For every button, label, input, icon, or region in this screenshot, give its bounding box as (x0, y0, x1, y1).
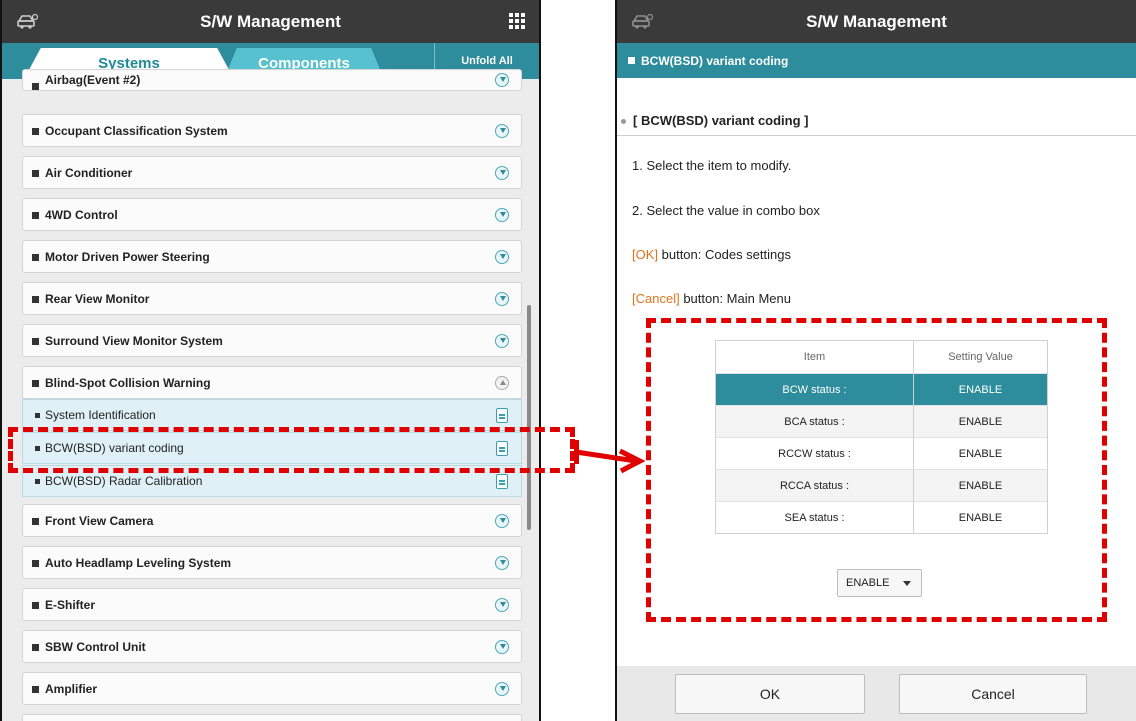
download-icon[interactable] (495, 292, 509, 306)
download-icon[interactable] (495, 208, 509, 222)
car-icon[interactable] (631, 12, 653, 30)
list-item[interactable]: SBW Control Unit (22, 630, 522, 663)
list-item[interactable]: Auto Headlamp Leveling System (22, 546, 522, 579)
highlight-box-setting-area (646, 318, 1107, 622)
top-bar: S/W Management (617, 0, 1136, 43)
scrollbar[interactable] (527, 305, 531, 530)
cancel-button[interactable]: Cancel (899, 674, 1087, 714)
download-icon[interactable] (495, 682, 509, 696)
list-item[interactable]: Airbag(Event #2) (22, 69, 522, 91)
car-icon[interactable] (16, 12, 38, 30)
list-item[interactable]: Amplifier (22, 672, 522, 705)
arrow-right-icon (575, 448, 646, 474)
list-item[interactable]: Air Conditioner (22, 156, 522, 189)
document-icon[interactable] (496, 408, 508, 423)
function-title-bar: BCW(BSD) variant coding (617, 43, 1136, 78)
download-icon[interactable] (495, 166, 509, 180)
menu-grid-icon[interactable] (509, 13, 525, 29)
instruction-cancel: [Cancel] button: Main Menu (632, 291, 791, 306)
instruction-step-1: 1. Select the item to modify. (632, 158, 792, 173)
download-icon[interactable] (495, 514, 509, 528)
list-item[interactable]: Rear View Monitor (22, 282, 522, 315)
list-item-partial (22, 714, 522, 721)
list-item[interactable]: E-Shifter (22, 588, 522, 621)
ok-button[interactable]: OK (675, 674, 865, 714)
cancel-highlight: [Cancel] (632, 291, 680, 306)
instruction-step-2: 2. Select the value in combo box (632, 203, 820, 218)
page-title: S/W Management (200, 11, 341, 31)
section-heading: [ BCW(BSD) variant coding ] (617, 106, 1136, 136)
highlight-box-selected-item (8, 427, 575, 473)
list-item[interactable]: Surround View Monitor System (22, 324, 522, 357)
instruction-ok: [OK] button: Codes settings (632, 247, 791, 262)
page-title: S/W Management (806, 11, 947, 31)
document-icon[interactable] (496, 474, 508, 489)
list-item[interactable]: Occupant Classification System (22, 114, 522, 147)
download-icon[interactable] (495, 598, 509, 612)
download-icon[interactable] (495, 124, 509, 138)
left-screen: S/W Management Components Systems Unfold… (0, 0, 541, 721)
footer-bar: OK Cancel (617, 666, 1136, 721)
download-icon[interactable] (495, 250, 509, 264)
download-icon[interactable] (495, 73, 509, 87)
download-icon[interactable] (495, 334, 509, 348)
list-item[interactable]: 4WD Control (22, 198, 522, 231)
top-bar: S/W Management (2, 0, 539, 43)
download-icon[interactable] (495, 640, 509, 654)
list-item[interactable]: Front View Camera (22, 504, 522, 537)
download-icon[interactable] (495, 556, 509, 570)
ok-highlight: [OK] (632, 247, 659, 262)
collapse-icon[interactable] (495, 376, 509, 390)
list-item[interactable]: Motor Driven Power Steering (22, 240, 522, 273)
list-item-expanded[interactable]: Blind-Spot Collision Warning (22, 366, 522, 399)
